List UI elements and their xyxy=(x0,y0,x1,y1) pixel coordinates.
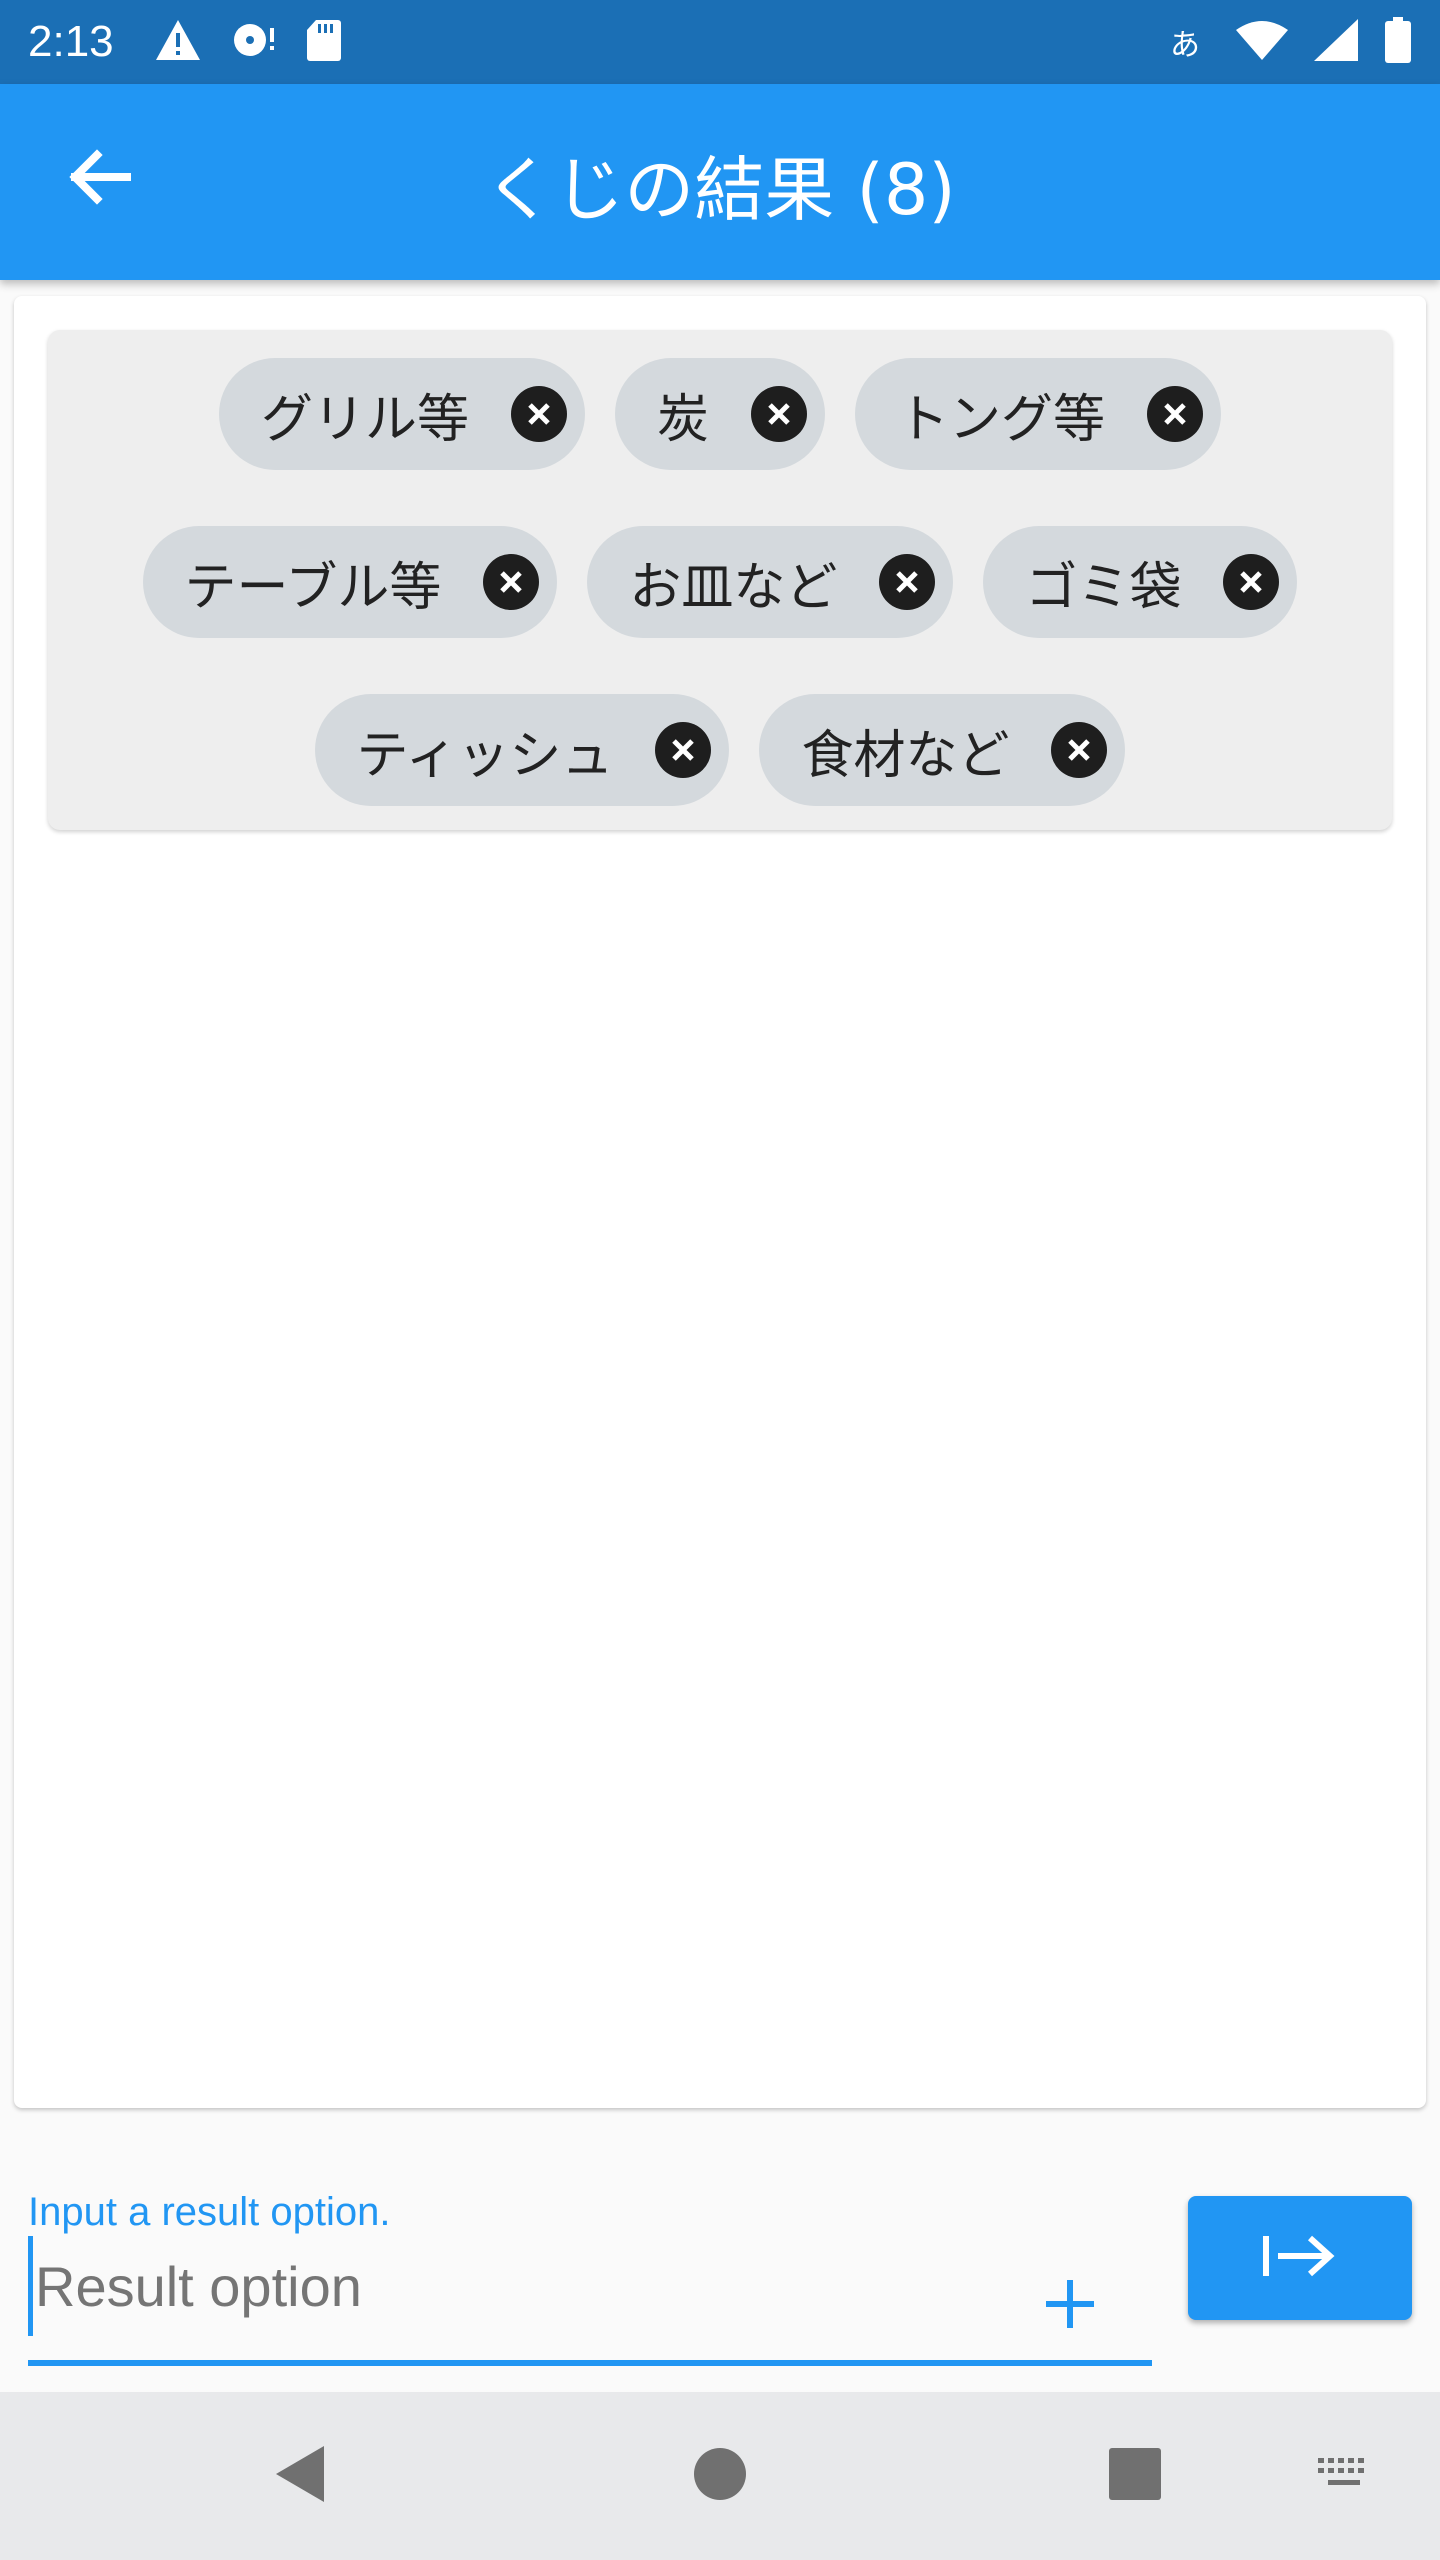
submit-button[interactable] xyxy=(1188,2196,1412,2320)
chip-label: テーブル等 xyxy=(184,557,442,618)
app-bar: くじの結果 (8) xyxy=(0,84,1440,280)
warning-icon xyxy=(154,18,202,66)
nav-home-button[interactable] xyxy=(670,2426,770,2526)
result-chip[interactable]: グリル等 xyxy=(218,358,585,470)
nav-recents-button[interactable] xyxy=(1085,2426,1185,2526)
navigation-bar xyxy=(0,2392,1440,2560)
result-chip[interactable]: テーブル等 xyxy=(142,526,558,638)
chip-label: ティッシュ xyxy=(356,725,614,786)
status-bar: 2:13 あ xyxy=(0,0,1440,84)
recents-square-icon xyxy=(1108,2447,1162,2505)
disc-icon xyxy=(230,20,278,64)
result-chip[interactable]: トング等 xyxy=(855,358,1222,470)
close-icon[interactable] xyxy=(1147,386,1204,442)
wifi-icon xyxy=(1236,20,1288,64)
close-icon[interactable] xyxy=(510,386,567,442)
close-icon[interactable] xyxy=(879,554,936,610)
chip-panel: グリル等 炭 トング等 テーブル等 お皿など ゴミ袋 ティッシュ 食材など xyxy=(48,330,1392,830)
back-triangle-icon xyxy=(272,2444,328,2508)
input-underline xyxy=(28,2360,1152,2366)
close-icon[interactable] xyxy=(1223,554,1280,610)
battery-icon xyxy=(1384,17,1412,67)
close-icon[interactable] xyxy=(1051,722,1108,778)
input-area: Input a result option. xyxy=(0,2120,1440,2392)
add-button[interactable] xyxy=(1020,2256,1120,2356)
arrow-right-to-bar-icon xyxy=(1262,2232,1338,2284)
nav-keyboard-button[interactable] xyxy=(1294,2426,1394,2526)
result-chip[interactable]: ティッシュ xyxy=(314,694,730,806)
input-hint-label: Input a result option. xyxy=(28,2190,391,2234)
status-time: 2:13 xyxy=(28,17,114,66)
close-icon[interactable] xyxy=(751,386,807,442)
chip-label: 炭 xyxy=(656,389,709,450)
result-chip[interactable]: お皿など xyxy=(587,526,954,638)
result-chip[interactable]: ゴミ袋 xyxy=(983,526,1298,638)
result-chip[interactable]: 炭 xyxy=(614,358,825,470)
close-icon[interactable] xyxy=(483,554,540,610)
result-chip[interactable]: 食材など xyxy=(759,694,1126,806)
chip-label: お皿など xyxy=(629,557,838,618)
home-circle-icon xyxy=(692,2446,748,2506)
chip-label: 食材など xyxy=(801,725,1010,786)
ime-indicator: あ xyxy=(1170,28,1200,63)
results-card: グリル等 炭 トング等 テーブル等 お皿など ゴミ袋 ティッシュ 食材など xyxy=(14,296,1426,2108)
chip-label: ゴミ袋 xyxy=(1025,557,1182,618)
nav-back-button[interactable] xyxy=(250,2426,350,2526)
plus-icon xyxy=(1042,2276,1098,2336)
close-icon[interactable] xyxy=(655,722,712,778)
chip-label: グリル等 xyxy=(260,389,469,450)
result-option-input[interactable] xyxy=(28,2236,978,2336)
page-title: くじの結果 (8) xyxy=(484,149,956,231)
sd-card-icon xyxy=(306,18,342,66)
cell-signal-icon xyxy=(1314,19,1358,65)
keyboard-icon xyxy=(1316,2456,1372,2496)
chip-label: トング等 xyxy=(897,389,1106,450)
